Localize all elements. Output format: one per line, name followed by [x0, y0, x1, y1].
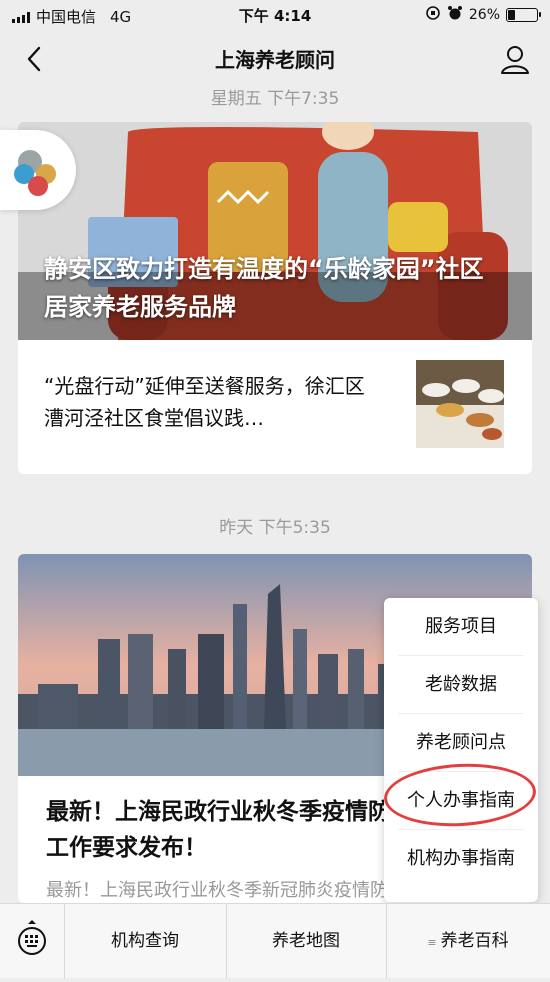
menu-item-service-items[interactable]: 服务项目	[398, 598, 524, 656]
menu-item-elderly-data[interactable]: 老龄数据	[398, 656, 524, 714]
message-timestamp: 昨天 下午5:35	[219, 518, 331, 538]
tab-label: 养老百科	[440, 931, 509, 951]
article-card: 静安区致力打造有温度的“乐龄家园”社区居家养老服务品牌 “光盘行动”延伸至送餐服…	[18, 122, 532, 474]
page-title: 上海养老顾问	[215, 48, 335, 72]
menu-item-institution-guide[interactable]: 机构办事指南	[398, 830, 524, 887]
tab-elderly-map[interactable]: 养老地图	[226, 904, 386, 978]
battery-icon	[506, 8, 541, 22]
menu-lines-icon: ≡	[427, 936, 437, 949]
tab-elderly-encyclopedia[interactable]: ≡ 养老百科	[386, 904, 550, 978]
message-timestamp: 星期五 下午7:35	[210, 89, 340, 109]
nav-bar: 上海养老顾问	[0, 30, 550, 84]
alarm-icon	[447, 5, 463, 25]
rotation-lock-icon	[425, 5, 441, 25]
floating-service-logo[interactable]	[0, 130, 76, 210]
profile-button[interactable]	[498, 42, 532, 76]
article-title: 静安区致力打造有温度的“乐龄家园”社区居家养老服务品牌	[44, 255, 484, 321]
logo-icon	[14, 150, 56, 196]
food-thumbnail-image	[416, 360, 504, 448]
article-subtitle: “光盘行动”延伸至送餐服务，徐汇区漕河泾社区食堂倡议践…	[44, 374, 365, 430]
battery-level-fill	[508, 10, 515, 20]
article-list-item[interactable]: “光盘行动”延伸至送餐服务，徐汇区漕河泾社区食堂倡议践…	[18, 340, 532, 472]
article-title: 最新！上海民政行业秋冬季疫情防控工作要求发布！	[46, 799, 414, 861]
battery-percent: 26%	[468, 7, 500, 23]
tab-institution-search[interactable]: 机构查询	[64, 904, 226, 978]
article-thumbnail	[416, 360, 504, 448]
bottom-menu-bar: 机构查询 养老地图 ≡ 养老百科	[0, 903, 550, 978]
keyboard-icon	[18, 920, 46, 955]
status-bar: 中国电信 4G 下午 4:14 26%	[0, 0, 550, 30]
user-icon	[501, 46, 529, 74]
keyboard-toggle-button[interactable]	[0, 904, 65, 978]
article-cover-image[interactable]: 静安区致力打造有温度的“乐龄家园”社区居家养老服务品牌	[18, 122, 532, 340]
popup-menu: 服务项目 老龄数据 养老顾问点 个人办事指南 机构办事指南	[384, 598, 538, 902]
